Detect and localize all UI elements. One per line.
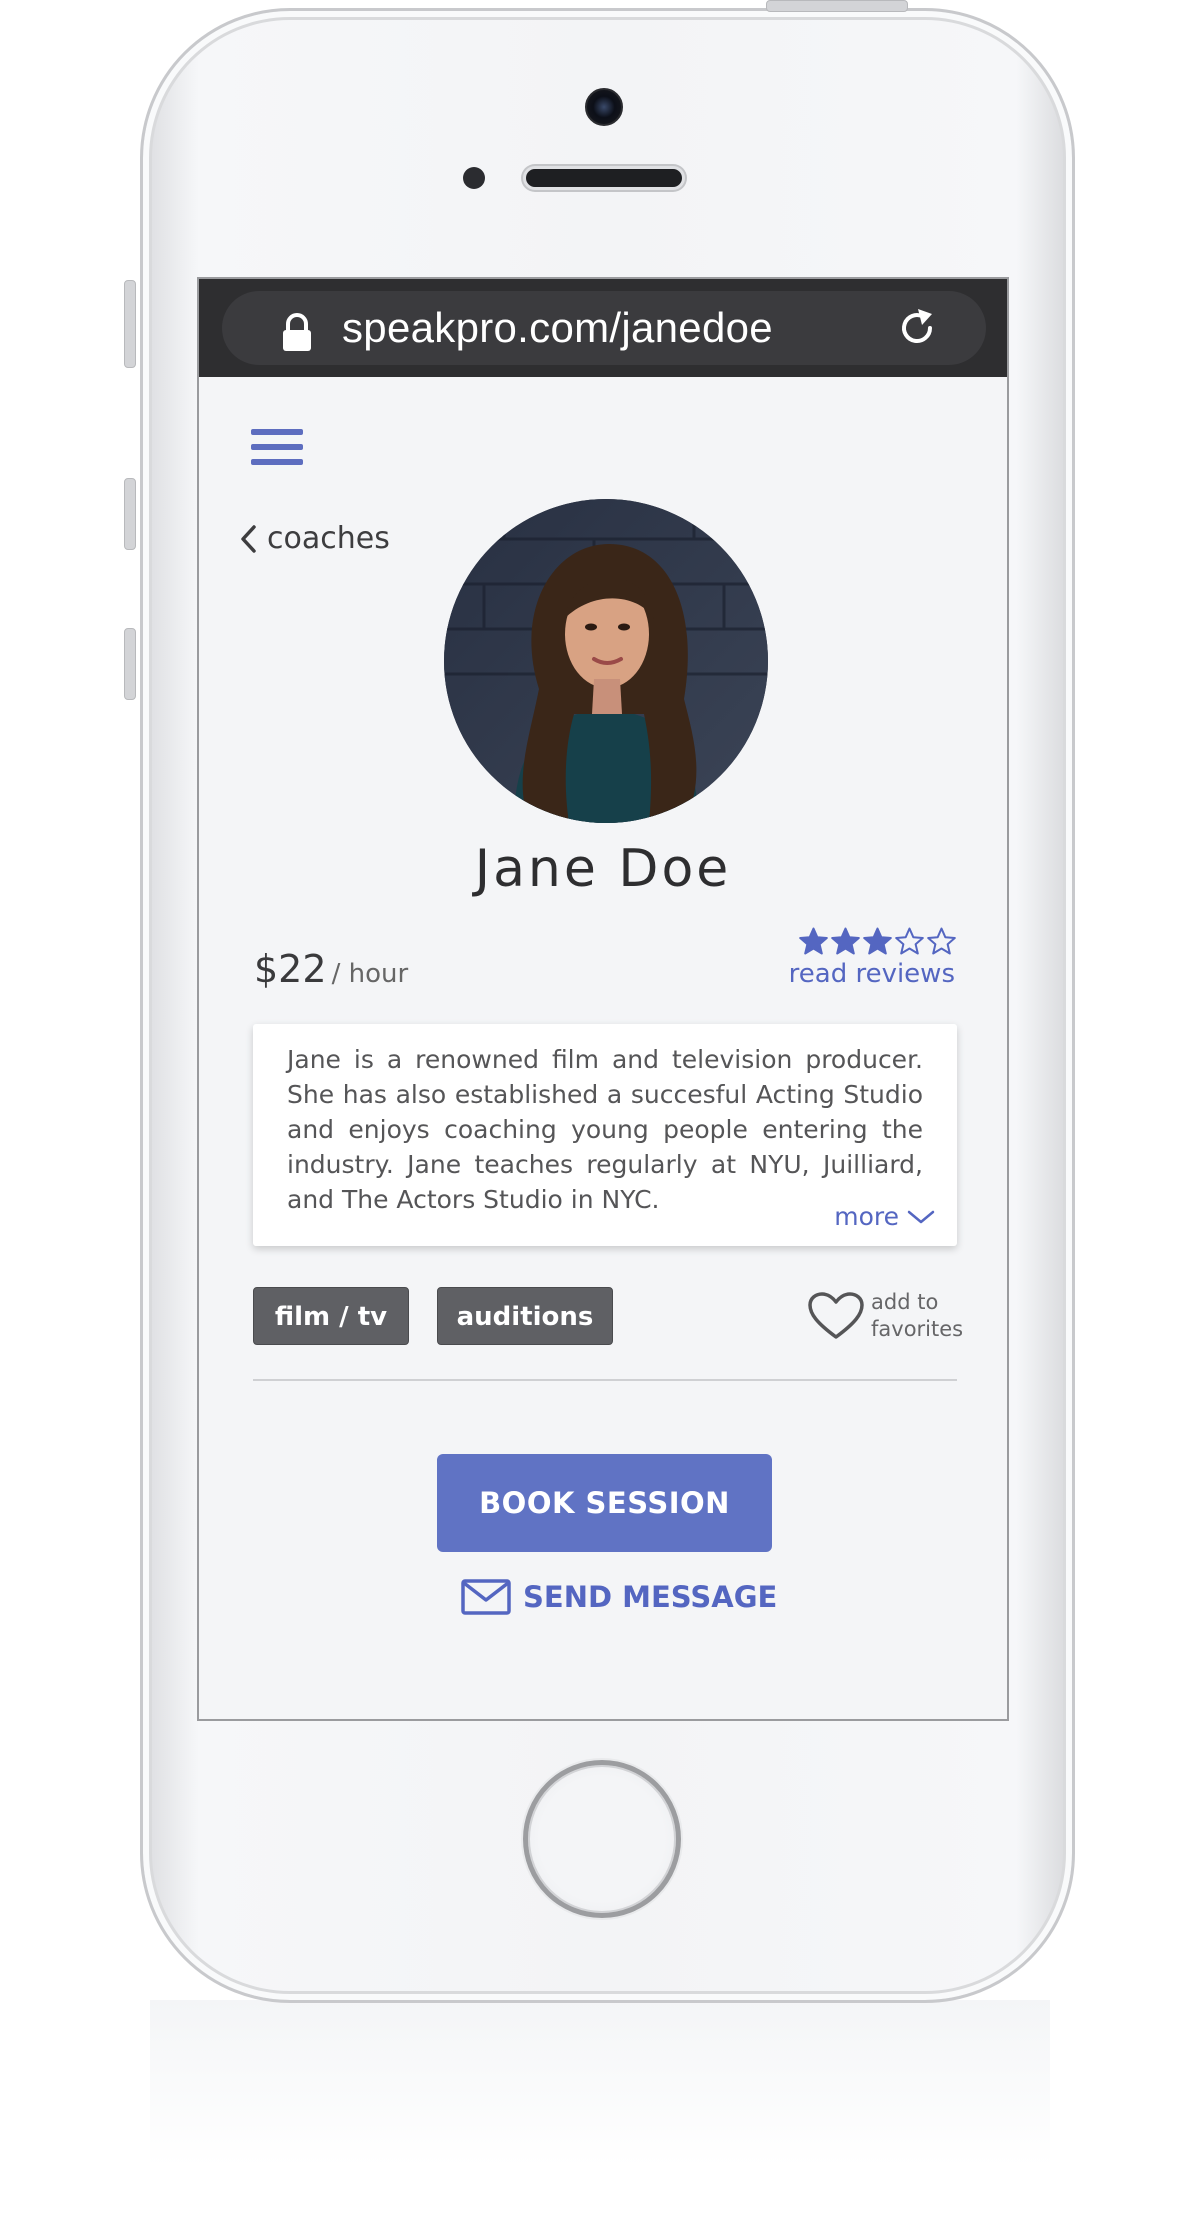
envelope-icon — [461, 1579, 511, 1615]
star-filled-icon — [863, 927, 892, 955]
coach-avatar — [444, 499, 768, 823]
proximity-sensor — [463, 167, 485, 189]
price-unit: / hour — [331, 959, 409, 989]
read-reviews-link[interactable]: read reviews — [789, 959, 955, 989]
favorites-label-line1: add to — [871, 1290, 939, 1314]
add-to-favorites-button[interactable]: add to favorites — [807, 1289, 963, 1343]
star-empty-icon — [927, 927, 956, 955]
favorites-label-line2: favorites — [871, 1317, 964, 1341]
bio-text: Jane is a renowned film and television p… — [287, 1045, 923, 1214]
send-message-label: SEND MESSAGE — [523, 1580, 778, 1614]
url-text: speakpro.com/janedoe — [342, 304, 773, 351]
bio-card: Jane is a renowned film and television p… — [253, 1024, 957, 1246]
mute-switch — [124, 280, 136, 368]
hourly-rate: $22 / hour — [254, 947, 408, 991]
phone-reflection — [150, 2000, 1050, 2238]
star-rating — [799, 927, 956, 956]
price-amount: $22 — [254, 947, 327, 991]
browser-url-bar: speakpro.com/janedoe — [199, 279, 1007, 377]
star-filled-icon — [831, 927, 860, 955]
url-field[interactable]: speakpro.com/janedoe — [222, 291, 986, 365]
reload-icon[interactable] — [894, 305, 940, 351]
star-filled-icon — [799, 927, 828, 955]
divider — [253, 1379, 957, 1381]
more-link[interactable]: more — [834, 1202, 935, 1231]
back-to-coaches-link[interactable]: coaches — [239, 519, 390, 559]
earpiece-speaker — [523, 166, 685, 190]
power-button — [766, 0, 908, 12]
chevron-left-icon — [241, 525, 256, 553]
tag-auditions[interactable]: auditions — [437, 1287, 613, 1345]
favorites-label: add to favorites — [871, 1289, 963, 1343]
tag-film-tv[interactable]: film / tv — [253, 1287, 409, 1345]
more-label: more — [834, 1202, 899, 1231]
phone-screen: speakpro.com/janedoe coaches Jane Doe $2… — [197, 277, 1009, 1721]
star-empty-icon — [895, 927, 924, 955]
home-button[interactable] — [523, 1760, 681, 1918]
heart-icon — [808, 1292, 864, 1339]
send-message-link[interactable]: SEND MESSAGE — [461, 1579, 777, 1615]
back-label: coaches — [267, 521, 390, 556]
chevron-down-icon — [907, 1210, 935, 1223]
volume-down-button — [124, 628, 136, 700]
hamburger-menu-icon[interactable] — [251, 429, 303, 473]
coach-name: Jane Doe — [474, 839, 732, 899]
book-session-button[interactable]: BOOK SESSION — [437, 1454, 772, 1552]
lock-icon — [283, 313, 311, 351]
front-camera — [585, 88, 623, 126]
volume-up-button — [124, 478, 136, 550]
